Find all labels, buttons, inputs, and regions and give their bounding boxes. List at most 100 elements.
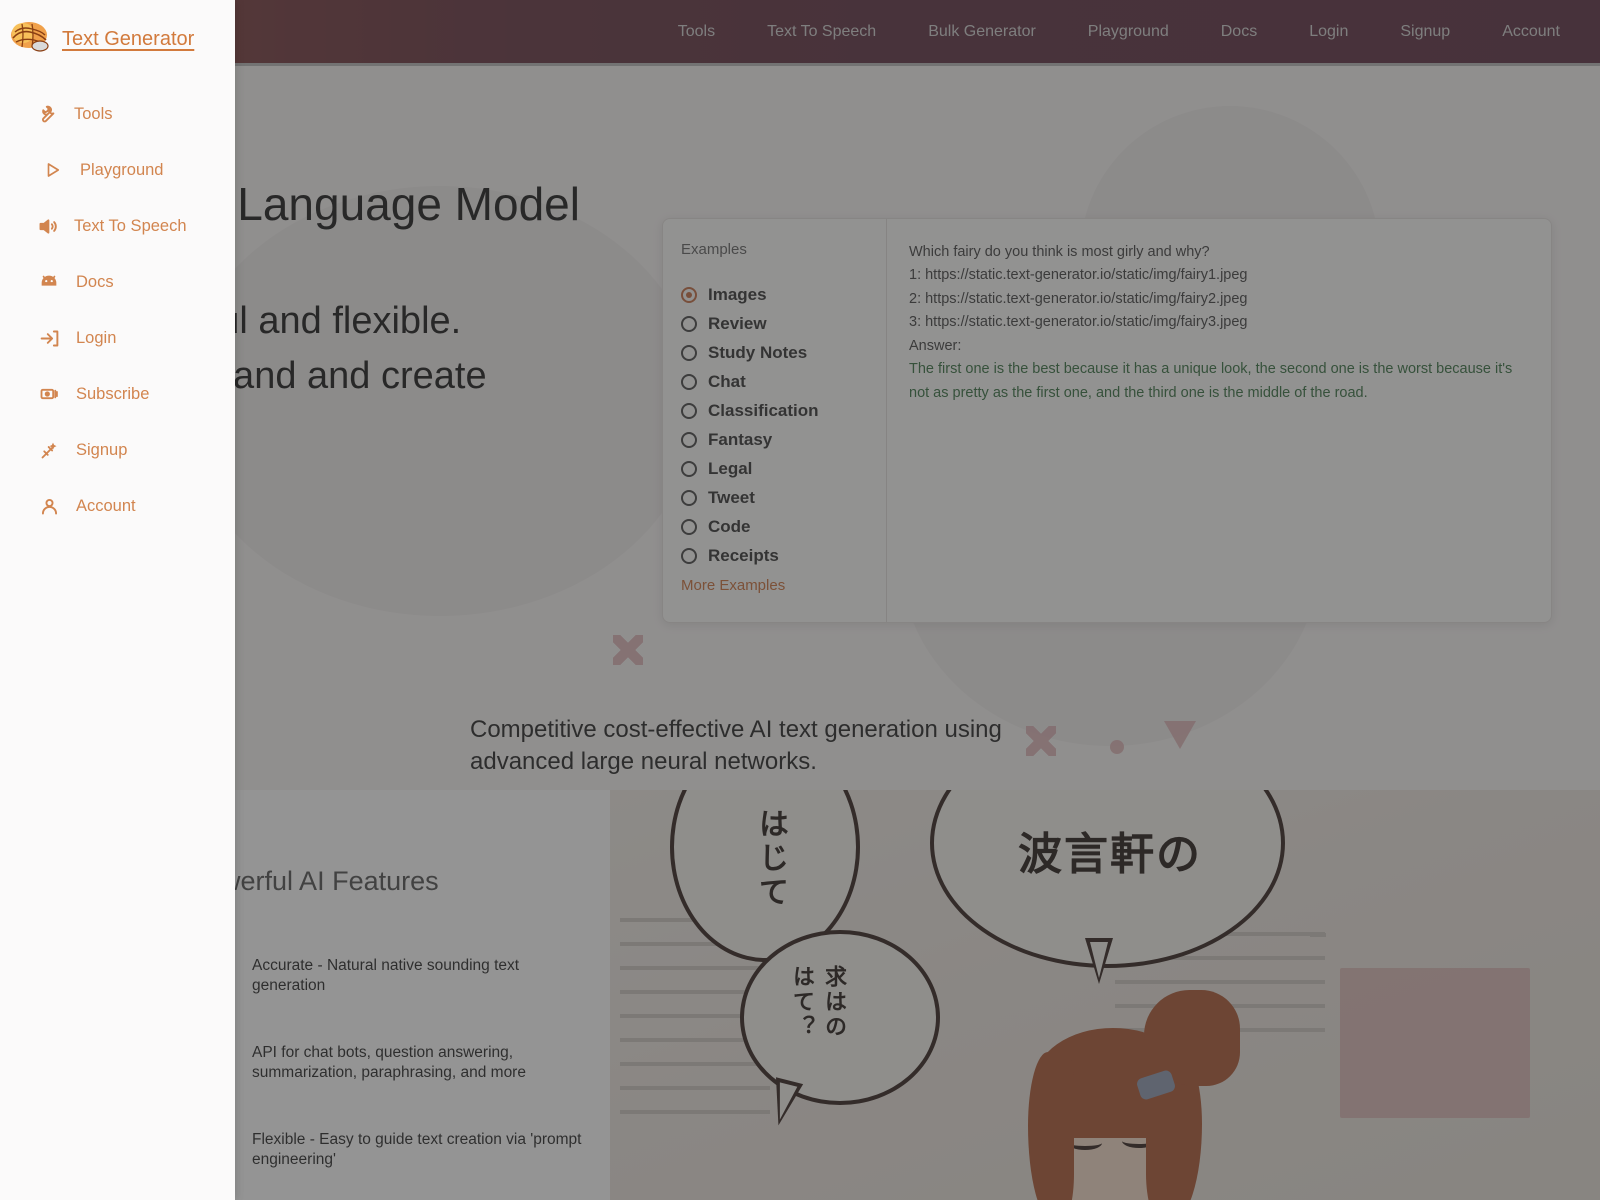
preview-answer-label: Answer: xyxy=(909,337,962,354)
example-option-label: Tweet xyxy=(708,487,755,507)
examples-preview-column: Which fairy do you think is most girly a… xyxy=(887,219,1551,622)
example-option-tweet[interactable]: Tweet xyxy=(681,483,886,512)
preview-image-2: 2: https://static.text-generator.io/stat… xyxy=(909,290,1248,307)
brain-icon xyxy=(10,20,50,59)
radio-chat-icon[interactable] xyxy=(681,373,697,390)
speech-bubble-2-text: 波言軒の xyxy=(1018,829,1202,880)
example-option-label: Legal xyxy=(708,458,753,478)
decor-x-icon-2 xyxy=(1026,726,1056,756)
topnav-link-account[interactable]: Account xyxy=(1502,23,1560,41)
sidebar-item-playground[interactable]: Playground xyxy=(0,142,235,198)
example-option-receipts[interactable]: Receipts xyxy=(681,541,886,570)
sidebar-item-label: Tools xyxy=(74,104,113,123)
sidebar-item-label: Login xyxy=(76,328,117,347)
examples-options-column: Examples Images Review Study Notes Chat … xyxy=(663,219,887,622)
radio-receipts-icon[interactable] xyxy=(681,547,697,564)
app-root: ator Tools Text To Speech Bulk Generator… xyxy=(0,0,1600,1200)
sidebar-brand-label[interactable]: Text Generator xyxy=(62,28,194,51)
radio-review-icon[interactable] xyxy=(681,315,697,332)
hero-section: Vision Language Model Powerful and flexi… xyxy=(0,66,1600,790)
topnav-divider xyxy=(0,63,1600,66)
radio-images-icon[interactable] xyxy=(681,286,697,303)
preview-prompt: Which fairy do you think is most girly a… xyxy=(909,244,1210,260)
topnav-link-docs[interactable]: Docs xyxy=(1221,23,1257,41)
sidebar-item-signup[interactable]: Signup xyxy=(0,422,235,478)
sidebar-drawer: Text Generator Tools Playground Text To … xyxy=(0,0,235,1200)
example-option-label: Code xyxy=(708,516,751,536)
sidebar-item-tools[interactable]: Tools xyxy=(0,86,235,142)
more-examples-link[interactable]: More Examples xyxy=(681,577,785,594)
example-option-study-notes[interactable]: Study Notes xyxy=(681,338,886,367)
preview-answer-text: The first one is the best because it has… xyxy=(909,361,1513,401)
example-option-label: Chat xyxy=(708,371,746,391)
magic-wand-icon xyxy=(38,439,60,461)
sidebar-item-account[interactable]: Account xyxy=(0,478,235,534)
speech-bubble-3-text: 求はの はて？ xyxy=(789,965,846,1040)
play-triangle-icon xyxy=(42,159,64,181)
radio-fantasy-icon[interactable] xyxy=(681,431,697,448)
example-option-label: Review xyxy=(708,313,767,333)
banknote-icon xyxy=(38,383,60,405)
topnav-link-bulk-generator[interactable]: Bulk Generator xyxy=(928,23,1036,41)
person-icon xyxy=(38,495,60,517)
topnav-link-playground[interactable]: Playground xyxy=(1088,23,1169,41)
radio-tweet-icon[interactable] xyxy=(681,489,697,506)
radio-legal-icon[interactable] xyxy=(681,460,697,477)
sidebar-item-docs[interactable]: Docs xyxy=(0,254,235,310)
topnav-link-text-to-speech[interactable]: Text To Speech xyxy=(767,23,876,41)
decor-triangle-icon xyxy=(1164,721,1196,749)
feature-item: API for chat bots, question answering, s… xyxy=(252,1043,526,1082)
radio-code-icon[interactable] xyxy=(681,518,697,535)
example-option-label: Receipts xyxy=(708,545,779,565)
android-robot-icon xyxy=(38,271,60,293)
sidebar-item-subscribe[interactable]: Subscribe xyxy=(0,366,235,422)
example-option-images[interactable]: Images xyxy=(681,280,886,309)
sidebar-item-login[interactable]: Login xyxy=(0,310,235,366)
top-navigation-bar: ator Tools Text To Speech Bulk Generator… xyxy=(0,0,1600,63)
radio-classification-icon[interactable] xyxy=(681,402,697,419)
speech-bubble-1-text: はじて xyxy=(753,808,788,910)
topnav-link-tools[interactable]: Tools xyxy=(678,23,715,41)
sidebar-item-label: Playground xyxy=(80,160,164,179)
decor-dot-icon xyxy=(1110,740,1124,754)
example-option-label: Images xyxy=(708,284,767,304)
speaker-icon xyxy=(36,215,58,237)
sidebar-nav: Tools Playground Text To Speech Docs Log… xyxy=(0,86,235,534)
sidebar-item-label: Signup xyxy=(76,440,128,459)
wrench-icon xyxy=(36,103,58,125)
topnav-link-signup[interactable]: Signup xyxy=(1400,23,1450,41)
preview-image-1: 1: https://static.text-generator.io/stat… xyxy=(909,267,1248,284)
sidebar-item-label: Account xyxy=(76,496,136,515)
examples-label: Examples xyxy=(681,241,747,258)
example-option-code[interactable]: Code xyxy=(681,512,886,541)
example-option-legal[interactable]: Legal xyxy=(681,454,886,483)
speech-bubble-2-tail xyxy=(1085,938,1113,984)
manga-color-swatch xyxy=(1340,968,1530,1118)
preview-image-3: 3: https://static.text-generator.io/stat… xyxy=(909,314,1248,331)
sidebar-brand[interactable]: Text Generator xyxy=(0,0,235,64)
example-option-chat[interactable]: Chat xyxy=(681,367,886,396)
examples-panel: Examples Images Review Study Notes Chat … xyxy=(662,218,1552,623)
example-option-label: Fantasy xyxy=(708,429,773,449)
sidebar-item-label: Subscribe xyxy=(76,384,150,403)
page-content: ator Tools Text To Speech Bulk Generator… xyxy=(0,0,1600,1200)
topnav-link-login[interactable]: Login xyxy=(1309,23,1348,41)
manga-illustration: はじて 波言軒の 求はの はて？ xyxy=(610,790,1600,1200)
speech-bubble-3-tail xyxy=(764,1077,804,1129)
login-arrow-icon xyxy=(38,327,60,349)
example-option-review[interactable]: Review xyxy=(681,309,886,338)
sidebar-item-text-to-speech[interactable]: Text To Speech xyxy=(0,198,235,254)
topnav-links: Tools Text To Speech Bulk Generator Play… xyxy=(678,23,1560,41)
example-option-label: Classification xyxy=(708,400,819,420)
radio-study-notes-icon[interactable] xyxy=(681,344,697,361)
example-option-classification[interactable]: Classification xyxy=(681,396,886,425)
decor-x-icon-1 xyxy=(613,635,643,665)
features-list: Accurate - Natural native sounding text … xyxy=(252,956,582,1200)
features-section: はじて 波言軒の 求はの はて？ Powerful AI Features Ac… xyxy=(0,790,1600,1200)
sidebar-item-label: Text To Speech xyxy=(74,216,187,235)
feature-item: Flexible - Easy to guide text creation v… xyxy=(252,1130,582,1169)
example-option-fantasy[interactable]: Fantasy xyxy=(681,425,886,454)
example-option-label: Study Notes xyxy=(708,342,808,362)
sidebar-item-label: Docs xyxy=(76,272,114,291)
character-hair-left xyxy=(1028,1052,1074,1200)
